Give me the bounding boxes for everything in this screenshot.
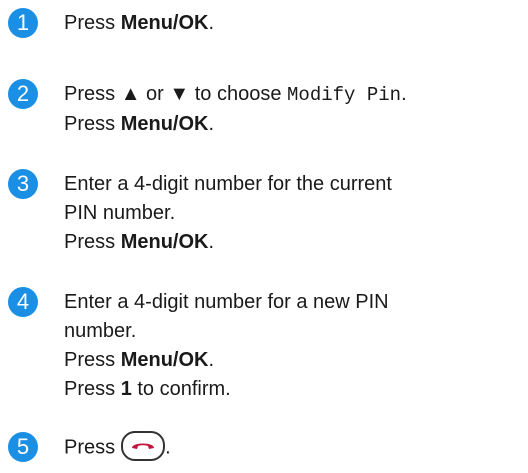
step-text: Press. (64, 431, 171, 463)
instruction-line: Press Menu/OK. (64, 113, 215, 135)
step-number-badge: 3 (8, 169, 38, 199)
step-text: Press Menu/OK. (64, 9, 214, 38)
menu-ok-key: Menu/OK (120, 231, 209, 253)
step-text: Enter a 4-digit number for the current P… (64, 170, 392, 257)
key-1: 1 (120, 378, 132, 400)
step-number-badge: 1 (8, 8, 38, 38)
step-text: Press ▲ or ▼ to choose Modify Pin. Press… (64, 80, 407, 139)
step-number-badge: 5 (8, 432, 38, 462)
handset-icon (132, 443, 155, 449)
instruction-line: Press. (64, 431, 171, 463)
up-arrow-icon: ▲ (120, 83, 141, 105)
instruction-line: Press 1 to confirm. (64, 378, 231, 400)
menu-option-code: Modify Pin (287, 84, 402, 106)
instruction-line: PIN number. (64, 202, 176, 224)
instruction-line: Enter a 4-digit number for the current (64, 173, 392, 195)
step-number-badge: 2 (8, 79, 38, 109)
down-arrow-icon: ▼ (169, 83, 190, 105)
menu-ok-key: Menu/OK (120, 113, 209, 135)
menu-ok-key: Menu/OK (120, 12, 209, 34)
menu-ok-key: Menu/OK (120, 349, 209, 371)
instruction-line: Press Menu/OK. (64, 349, 215, 371)
instruction-line: Press ▲ or ▼ to choose Modify Pin. (64, 83, 407, 106)
step-text: Enter a 4-digit number for a new PIN num… (64, 288, 389, 404)
step-number-badge: 4 (8, 287, 38, 317)
instruction-line: Enter a 4-digit number for a new PIN (64, 291, 389, 313)
end-call-button-icon (121, 431, 166, 461)
instruction-line: Press Menu/OK. (64, 12, 215, 34)
instruction-line: number. (64, 320, 137, 342)
instruction-line: Press Menu/OK. (64, 231, 215, 253)
